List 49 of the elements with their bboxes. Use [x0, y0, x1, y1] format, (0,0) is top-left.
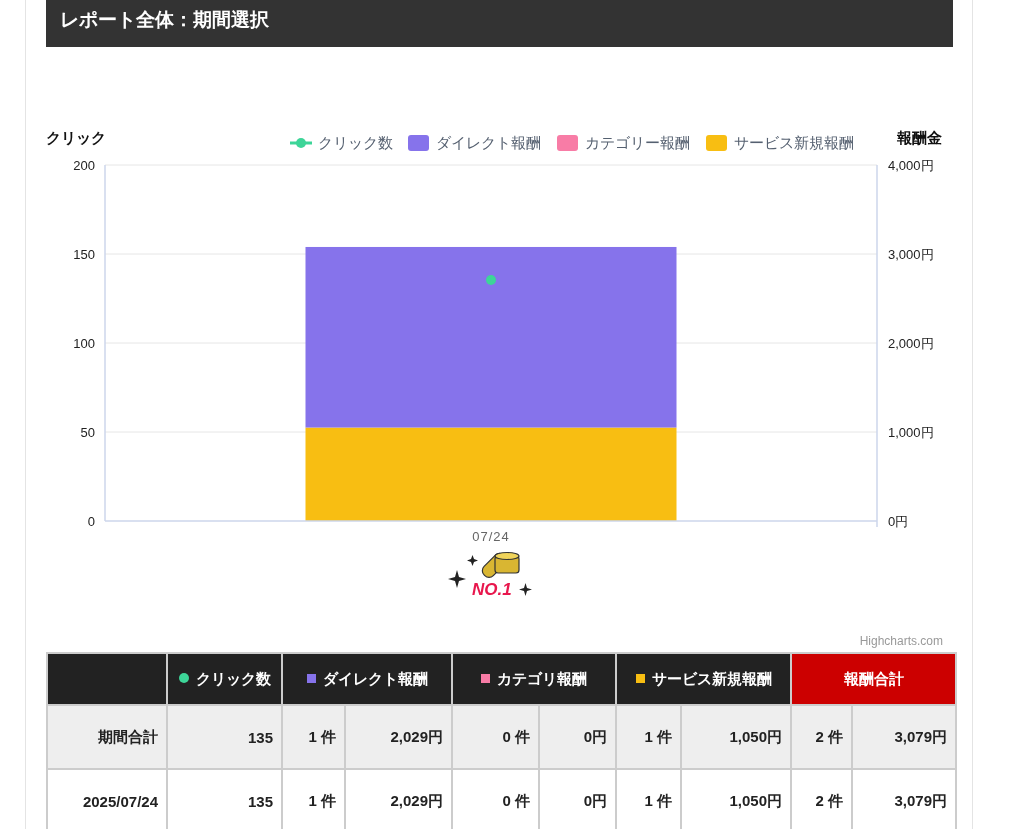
axis-title: 報酬金: [897, 129, 942, 146]
axis-tick-label: 1,000円: [888, 425, 934, 440]
table-cell: 3,079円: [852, 769, 956, 829]
table-cell: 1 件: [282, 769, 345, 829]
axis-title: クリック: [46, 129, 106, 146]
badge-text: NO.1: [472, 580, 512, 599]
table-cell: 2,029円: [345, 705, 452, 769]
axis-tick-label: 100: [73, 336, 95, 351]
page-title: レポート全体：期間選択: [46, 0, 953, 47]
table-cell: 1 件: [282, 705, 345, 769]
table-cell: 0円: [539, 769, 616, 829]
table-cell: 2,029円: [345, 769, 452, 829]
legend-item[interactable]: カテゴリー報酬: [585, 134, 690, 151]
legend-square: [408, 135, 429, 151]
axis-tick-label: 200: [73, 158, 95, 173]
table-cell: 2 件: [791, 769, 852, 829]
table-cell: 1 件: [616, 705, 681, 769]
table-cell: 0 件: [452, 769, 539, 829]
table-cell: 3,079円: [852, 705, 956, 769]
header-label: クリック数: [195, 669, 271, 687]
table-cell: 2 件: [791, 705, 852, 769]
header-label: ダイレクト報酬: [322, 669, 428, 687]
legend-line-marker: [290, 138, 312, 148]
legend-square: [557, 135, 578, 151]
table-cell: 1,050円: [681, 769, 791, 829]
table-cell: 0 件: [452, 705, 539, 769]
row-label: 期間合計: [47, 705, 167, 769]
legend-item[interactable]: クリック数: [318, 134, 393, 151]
axis-tick-label: 150: [73, 247, 95, 262]
axis-tick-label: 0円: [888, 514, 909, 529]
axis-label: 07/24: [472, 529, 510, 544]
header-label: カテゴリ報酬: [497, 669, 587, 687]
coin-stack-icon: [448, 550, 532, 596]
header-label: サービス新規報酬: [651, 669, 772, 687]
axis-tick-label: 4,000円: [888, 158, 934, 173]
legend-item[interactable]: ダイレクト報酬: [436, 134, 541, 151]
axis-tick-label: 0: [87, 514, 95, 529]
row-label: 2025/07/24: [47, 769, 167, 829]
axis-tick-label: 50: [80, 425, 95, 440]
legend-square: [706, 135, 727, 151]
table-cell: 135: [167, 705, 282, 769]
axis-tick-label: 2,000円: [888, 336, 934, 351]
legend-item[interactable]: サービス新規報酬: [734, 134, 854, 151]
table-cell: 0円: [539, 705, 616, 769]
table-cell: 135: [167, 769, 282, 829]
axis-tick-label: 3,000円: [888, 247, 934, 262]
table-cell: 1,050円: [681, 705, 791, 769]
table-cell: 1 件: [616, 769, 681, 829]
header-label: 報酬合計: [843, 669, 904, 687]
